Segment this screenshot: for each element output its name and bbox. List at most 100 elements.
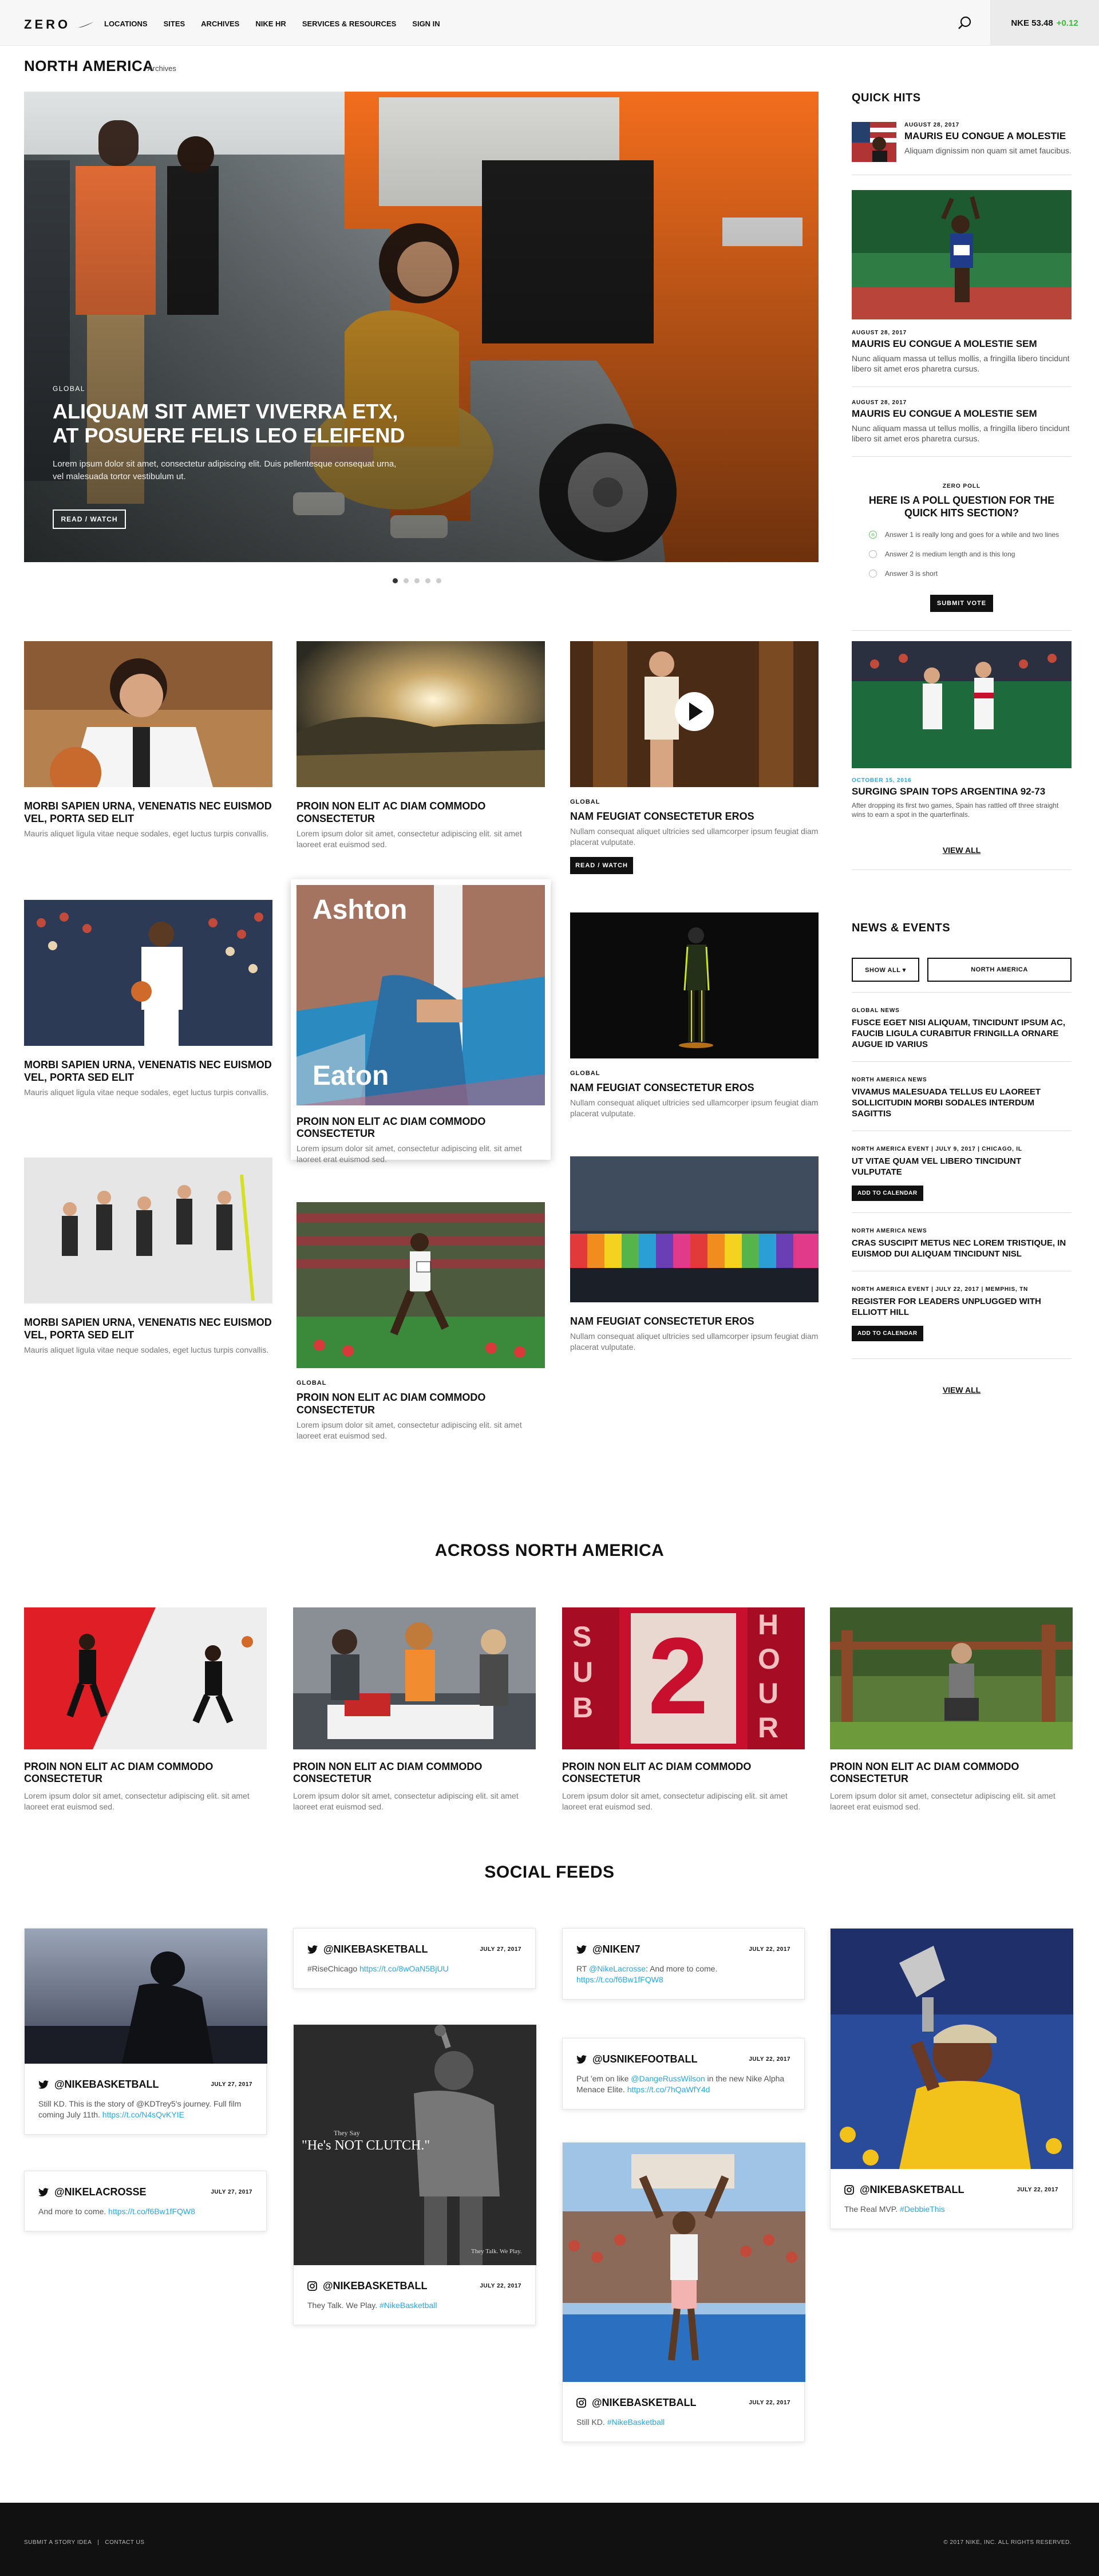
nav-nike-hr[interactable]: NIKE HR	[255, 19, 286, 28]
across-card[interactable]: PROIN NON ELIT AC DIAM COMMODO CONSECTET…	[830, 1607, 1073, 1812]
quick-hit-item[interactable]: AUGUST 28, 2017 MAURIS EU CONGUE A MOLES…	[852, 400, 1072, 444]
story-card[interactable]: MORBI SAPIEN URNA, VENENATIS NEC EUISMOD…	[24, 641, 272, 839]
social-handle[interactable]: @NIKEBASKETBALL	[860, 2184, 964, 2196]
social-handle[interactable]: @NIKELACROSSE	[54, 2186, 147, 2198]
across-card[interactable]: SUB 2 HOUR PROIN NON ELIT AC DIAM COMMOD…	[562, 1607, 805, 1812]
social-link[interactable]: #DebbieThis	[900, 2204, 945, 2214]
social-post[interactable]: @NIKEN7 JULY 22, 2017 RT @NikeLacrosse: …	[562, 1928, 805, 2000]
social-post[interactable]: They Say "He's NOT CLUTCH." They Talk. W…	[293, 2024, 536, 2325]
social-handle[interactable]: @NIKEN7	[592, 1943, 641, 1955]
news-item[interactable]: GLOBAL NEWS FUSCE EGET NISI ALIQUAM, TIN…	[852, 1008, 1072, 1050]
submit-story-link[interactable]: SUBMIT A STORY IDEA	[24, 2539, 92, 2546]
social-post[interactable]: @USNIKEFOOTBALL JULY 22, 2017 Put 'em on…	[562, 2038, 805, 2109]
across-title[interactable]: PROIN NON ELIT AC DIAM COMMODO CONSECTET…	[830, 1761, 1073, 1785]
story-card[interactable]: MORBI SAPIEN URNA, VENENATIS NEC EUISMOD…	[24, 900, 272, 1098]
radio-button[interactable]	[869, 531, 877, 539]
social-link[interactable]: https://t.co/8wOaN5BjUU	[359, 1964, 449, 1973]
social-link[interactable]: https://t.co/7hQaWfY4d	[627, 2085, 710, 2094]
across-title[interactable]: PROIN NON ELIT AC DIAM COMMODO CONSECTET…	[293, 1761, 536, 1785]
quick-hit-title[interactable]: SURGING SPAIN TOPS ARGENTINA 92-73	[852, 786, 1072, 797]
story-card[interactable]: GLOBAL NAM FEUGIAT CONSECTETUR EROS Null…	[570, 641, 819, 874]
poll-option[interactable]: Answer 1 is really long and goes for a w…	[852, 531, 1072, 539]
carousel-dot[interactable]	[404, 578, 409, 583]
story-card[interactable]: GLOBAL NAM FEUGIAT CONSECTETUR EROS Null…	[570, 912, 819, 1119]
add-to-calendar-button[interactable]: ADD TO CALENDAR	[852, 1326, 923, 1341]
across-card[interactable]: PROIN NON ELIT AC DIAM COMMODO CONSECTET…	[24, 1607, 267, 1812]
news-title[interactable]: VIVAMUS MALESUADA TELLUS EU LAOREET SOLL…	[852, 1086, 1072, 1119]
social-link[interactable]: #NikeBasketball	[379, 2301, 437, 2310]
across-title[interactable]: PROIN NON ELIT AC DIAM COMMODO CONSECTET…	[24, 1761, 267, 1785]
hero-carousel[interactable]: GLOBAL ALIQUAM SIT AMET VIVERRA ETX, AT …	[24, 92, 819, 562]
nav-services[interactable]: SERVICES & RESOURCES	[302, 19, 396, 28]
add-to-calendar-button[interactable]: ADD TO CALENDAR	[852, 1186, 923, 1201]
news-item[interactable]: NORTH AMERICA NEWS CRAS SUSCIPIT METUS N…	[852, 1228, 1072, 1259]
region-filter[interactable]: NORTH AMERICA	[927, 958, 1072, 982]
social-handle[interactable]: @NIKEBASKETBALL	[323, 2280, 428, 2292]
event-item[interactable]: NORTH AMERICA EVENT | JULY 22, 2017 | ME…	[852, 1286, 1072, 1341]
card-title[interactable]: MORBI SAPIEN URNA, VENENATIS NEC EUISMOD…	[24, 1058, 272, 1084]
card-title[interactable]: NAM FEUGIAT CONSECTETUR EROS	[570, 1315, 819, 1327]
radio-button[interactable]	[869, 570, 877, 578]
quick-hit-title[interactable]: MAURIS EU CONGUE A MOLESTIE	[904, 131, 1072, 142]
social-post[interactable]: @NIKEBASKETBALL JULY 27, 2017 #RiseChica…	[293, 1928, 536, 1989]
news-item[interactable]: NORTH AMERICA NEWS VIVAMUS MALESUADA TEL…	[852, 1077, 1072, 1119]
nav-locations[interactable]: LOCATIONS	[104, 19, 148, 28]
site-logo[interactable]: ZERO	[24, 17, 94, 32]
quick-hit-item[interactable]: AUGUST 28, 2017 MAURIS EU CONGUE A MOLES…	[852, 122, 1072, 162]
social-link[interactable]: #NikeBasketball	[607, 2417, 665, 2427]
carousel-dot[interactable]	[436, 578, 441, 583]
card-title[interactable]: PROIN NON ELIT AC DIAM COMMODO CONSECTET…	[297, 1391, 545, 1416]
story-card[interactable]: GLOBAL PROIN NON ELIT AC DIAM COMMODO CO…	[297, 1202, 545, 1441]
nav-archives[interactable]: ARCHIVES	[201, 19, 239, 28]
card-title[interactable]: MORBI SAPIEN URNA, VENENATIS NEC EUISMOD…	[24, 800, 272, 825]
nav-sign-in[interactable]: SIGN IN	[412, 19, 440, 28]
poll-option[interactable]: Answer 2 is medium length and is this lo…	[852, 550, 1072, 558]
contact-link[interactable]: CONTACT US	[105, 2539, 144, 2546]
quick-hits-view-all[interactable]: VIEW ALL	[852, 846, 1072, 855]
across-card[interactable]: PROIN NON ELIT AC DIAM COMMODO CONSECTET…	[293, 1607, 536, 1812]
social-link[interactable]: @NikeLacrosse	[589, 1964, 646, 1973]
quick-hit-title[interactable]: MAURIS EU CONGUE A MOLESTIE SEM	[852, 338, 1072, 350]
quick-hit-item[interactable]: AUGUST 28, 2017 MAURIS EU CONGUE A MOLES…	[852, 330, 1072, 374]
social-link[interactable]: @DangeRussWilson	[631, 2074, 705, 2083]
carousel-dot[interactable]	[425, 578, 430, 583]
news-title[interactable]: UT VITAE QUAM VEL LIBERO TINCIDUNT VULPU…	[852, 1156, 1072, 1178]
social-handle[interactable]: @NIKEBASKETBALL	[54, 2079, 159, 2091]
search-icon[interactable]	[957, 15, 973, 31]
hero-headline[interactable]: ALIQUAM SIT AMET VIVERRA ETX, AT POSUERE…	[53, 400, 408, 448]
radio-button[interactable]	[869, 550, 877, 558]
social-post[interactable]: @NIKEBASKETBALL JULY 22, 2017 Still KD. …	[562, 2142, 805, 2442]
show-all-dropdown[interactable]: SHOW ALL ▾	[852, 958, 919, 982]
social-handle[interactable]: @NIKEBASKETBALL	[323, 1943, 428, 1955]
poll-option[interactable]: Answer 3 is short	[852, 570, 1072, 578]
event-item[interactable]: NORTH AMERICA EVENT | JULY 9, 2017 | CHI…	[852, 1146, 1072, 1201]
social-link[interactable]: https://t.co/f6Bw1fFQW8	[576, 1975, 663, 1984]
social-handle[interactable]: @USNIKEFOOTBALL	[592, 2053, 698, 2065]
story-card[interactable]: MORBI SAPIEN URNA, VENENATIS NEC EUISMOD…	[24, 1157, 272, 1356]
nav-sites[interactable]: SITES	[164, 19, 185, 28]
across-title[interactable]: PROIN NON ELIT AC DIAM COMMODO CONSECTET…	[562, 1761, 805, 1785]
card-read-button[interactable]: READ / WATCH	[570, 857, 633, 874]
news-title[interactable]: FUSCE EGET NISI ALIQUAM, TINCIDUNT IPSUM…	[852, 1017, 1072, 1050]
carousel-dot[interactable]	[414, 578, 420, 583]
carousel-dot[interactable]	[393, 578, 398, 583]
social-link[interactable]: https://t.co/N4sQvKYIE	[102, 2110, 184, 2119]
news-view-all[interactable]: VIEW ALL	[852, 1385, 1072, 1394]
social-post[interactable]: @NIKEBASKETBALL JULY 22, 2017 The Real M…	[830, 1928, 1073, 2229]
card-title[interactable]: MORBI SAPIEN URNA, VENENATIS NEC EUISMOD…	[24, 1316, 272, 1341]
card-title[interactable]: PROIN NON ELIT AC DIAM COMMODO CONSECTET…	[297, 1116, 545, 1140]
card-title[interactable]: NAM FEUGIAT CONSECTETUR EROS	[570, 1081, 819, 1094]
story-card[interactable]: NAM FEUGIAT CONSECTETUR EROS Nullam cons…	[570, 1156, 819, 1353]
social-handle[interactable]: @NIKEBASKETBALL	[592, 2397, 697, 2409]
card-title[interactable]: PROIN NON ELIT AC DIAM COMMODO CONSECTET…	[297, 800, 545, 825]
news-title[interactable]: REGISTER FOR LEADERS UNPLUGGED WITH ELLI…	[852, 1296, 1072, 1318]
social-post[interactable]: @NIKEBASKETBALL JULY 27, 2017 Still KD. …	[24, 1928, 267, 2135]
story-card[interactable]: PROIN NON ELIT AC DIAM COMMODO CONSECTET…	[297, 641, 545, 850]
hero-read-button[interactable]: READ / WATCH	[53, 509, 126, 529]
news-title[interactable]: CRAS SUSCIPIT METUS NEC LOREM TRISTIQUE,…	[852, 1238, 1072, 1259]
card-title[interactable]: NAM FEUGIAT CONSECTETUR EROS	[570, 810, 819, 823]
archives-link[interactable]: Archives	[148, 64, 176, 73]
featured-story-card[interactable]: Ashton Eaton PROIN NON ELIT AC DIAM COMM…	[291, 879, 551, 1164]
quick-hit-item[interactable]: OCTOBER 15, 2016 SURGING SPAIN TOPS ARGE…	[852, 777, 1072, 819]
social-link[interactable]: https://t.co/f6Bw1fFQW8	[108, 2207, 195, 2216]
